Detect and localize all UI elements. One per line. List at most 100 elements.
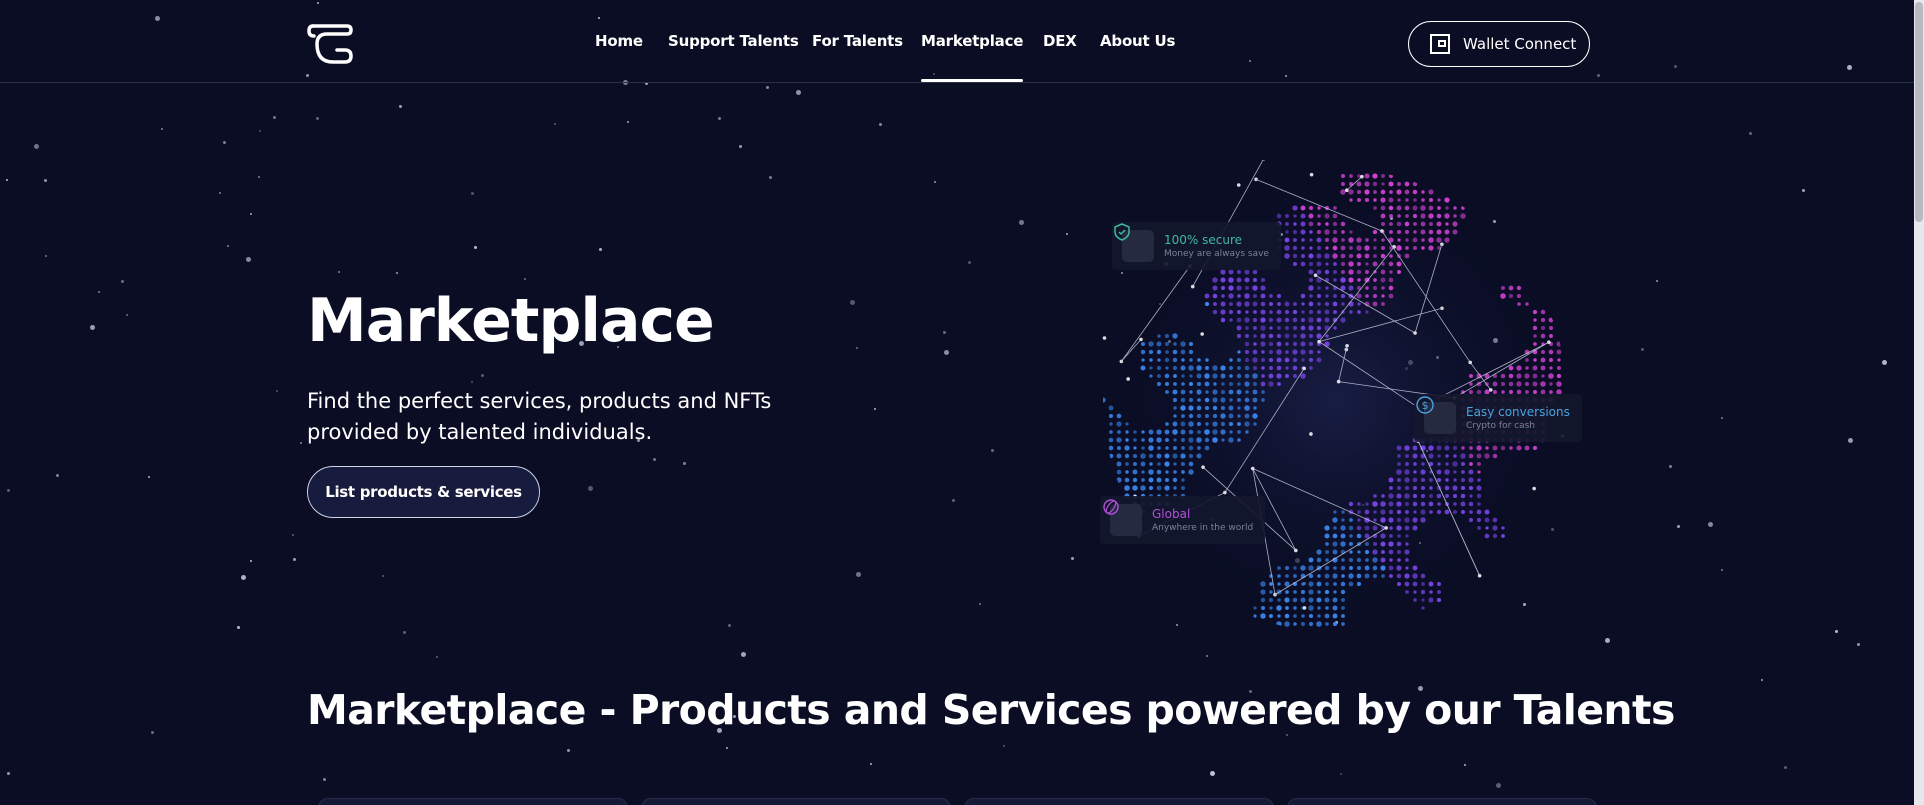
star-dot [1677,525,1680,528]
globe-dot [1188,405,1194,411]
globe-dot [1252,301,1258,307]
globe-dot [1396,445,1402,451]
globe-dot [1364,197,1370,203]
globe-dot [1212,285,1218,291]
globe-dot [1429,590,1433,594]
nav-for-talents[interactable]: For Talents [812,32,903,50]
globe-dot [1276,357,1282,363]
network-node [1345,188,1349,193]
globe-dot [1324,565,1330,571]
product-card[interactable] [964,798,1274,805]
globe-dot [1300,341,1306,347]
globe-dot [1325,222,1329,226]
globe-dot [1276,373,1282,379]
globe-dot [1181,358,1185,362]
globe-dot [1460,501,1466,507]
network-node [1345,344,1349,348]
globe-dot [1348,277,1354,283]
globe-dot [1444,229,1450,235]
globe-dot [1364,245,1370,251]
globe-dot [1285,366,1289,370]
nav-dex[interactable]: DEX [1043,32,1077,50]
nav-support-talents[interactable]: Support Talents [668,32,799,50]
globe-dot [1397,478,1401,482]
globe-dot [1260,317,1266,323]
talents-logo-icon[interactable] [307,22,355,68]
star-dot [1019,220,1024,225]
globe-dot [1436,237,1442,243]
network-node [1223,490,1227,495]
globe-dot [1316,309,1322,315]
globe-dot [1300,333,1306,339]
globe-dot [1341,622,1345,626]
scrollbar-thumb[interactable] [1915,2,1923,222]
globe-dot [1149,358,1153,362]
star-dot [683,462,686,465]
product-card[interactable] [1287,798,1597,805]
product-card[interactable] [641,798,951,805]
nav-home[interactable]: Home [595,32,643,50]
page-scrollbar[interactable] [1914,0,1924,805]
globe-dot [1324,309,1330,315]
globe-dot [1484,453,1490,459]
globe-dot [1220,413,1226,419]
globe-dot [1421,238,1425,242]
globe-dot [1404,485,1410,491]
wallet-connect-button[interactable]: Wallet Connect [1408,21,1590,67]
globe-dot [1172,365,1178,371]
globe-dot [1436,445,1442,451]
globe-dot [1228,389,1234,395]
nav-marketplace[interactable]: Marketplace [921,32,1024,82]
globe-dot [1404,221,1410,227]
globe-dot [1228,285,1234,291]
globe-dot [1237,350,1241,354]
globe-dot [1461,470,1465,474]
globe-dot [1260,357,1266,363]
network-node [1139,337,1143,342]
globe-dot [1428,501,1434,507]
globe-dot [1301,582,1305,586]
globe-dot [1364,181,1370,187]
globe-dot [1413,510,1417,514]
product-card[interactable] [318,798,628,805]
globe-dot [1325,246,1329,250]
globe-dot [1220,301,1226,307]
globe-dot [1308,325,1314,331]
star-dot [1656,280,1658,282]
globe-dot [1173,414,1177,418]
network-node [1273,592,1277,597]
globe-dot [1140,485,1146,491]
star-dot [1835,630,1838,633]
globe-dot [1372,181,1378,187]
nav-about-us[interactable]: About Us [1100,32,1175,50]
globe-dot [1429,494,1433,498]
globe-dot [1373,518,1377,522]
globe-dot [1156,365,1162,371]
globe-dot [1412,245,1418,251]
globe-dot [1108,445,1114,451]
globe-dot [1372,573,1378,579]
globe-dot [1396,509,1402,515]
globe-dot [1293,622,1297,626]
globe-dot [1172,349,1178,355]
star-dot [7,489,10,492]
globe-dot [1269,614,1273,618]
globe-dot [1373,238,1377,242]
globe-dot [1436,509,1442,515]
globe-dot [1172,453,1178,459]
globe-dot [1261,366,1265,370]
list-products-button[interactable]: List products & services [307,466,540,518]
globe-dot [1541,374,1545,378]
star-dot [259,130,261,132]
globe-dot [1333,582,1337,586]
globe-dot [1292,245,1298,251]
globe-dot [1532,365,1538,371]
globe-dot [1469,446,1473,450]
globe-dot [1276,317,1282,323]
globe-dot [1316,317,1322,323]
globe-dot [1244,421,1250,427]
globe-dot [1324,613,1330,619]
globe-dot [1381,302,1385,306]
conversions-badge: $ Easy conversions Crypto for cash [1414,394,1582,442]
globe-dot [1380,189,1386,195]
